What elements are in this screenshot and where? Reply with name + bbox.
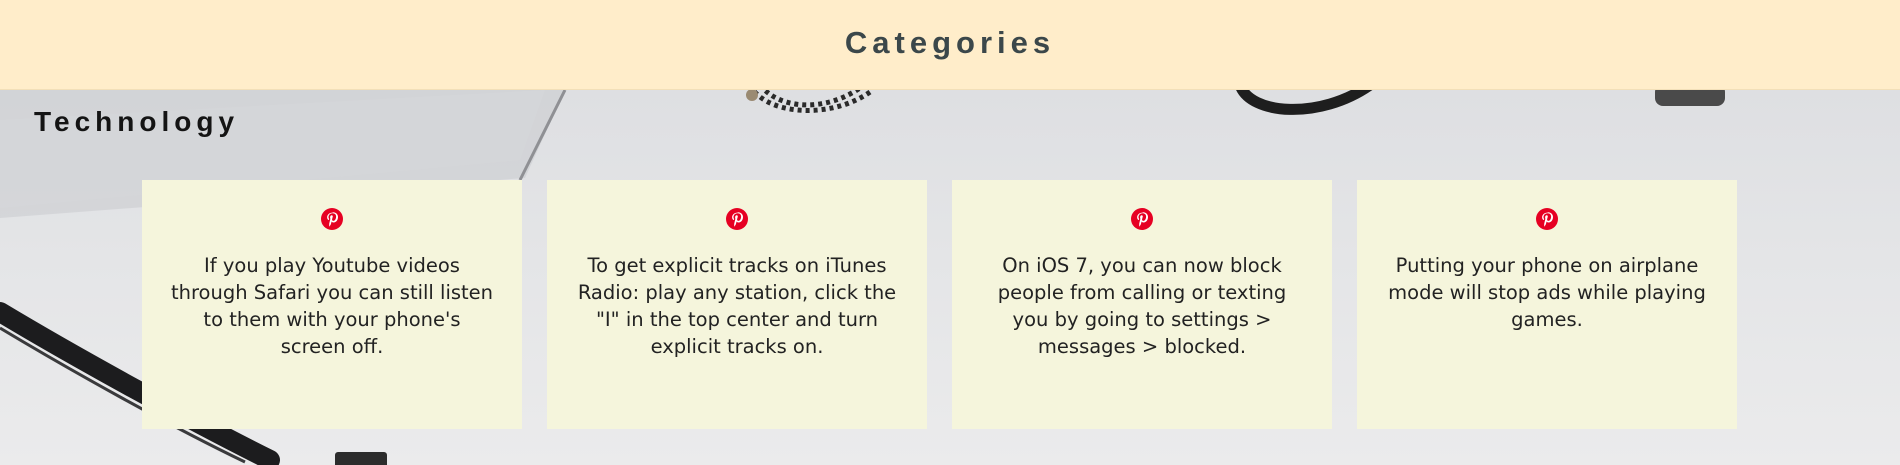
tips-card-list: If you play Youtube videos through Safar… [142, 180, 1737, 429]
pinterest-icon[interactable] [1536, 208, 1558, 230]
tip-text: Putting your phone on airplane mode will… [1388, 254, 1706, 331]
pinterest-icon[interactable] [321, 208, 343, 230]
page-title: Categories [844, 25, 1056, 60]
tip-card[interactable]: If you play Youtube videos through Safar… [142, 180, 522, 429]
page-header: Categories [0, 0, 1900, 90]
tip-card[interactable]: To get explicit tracks on iTunes Radio: … [547, 180, 927, 429]
tip-text: If you play Youtube videos through Safar… [170, 254, 494, 358]
pinterest-icon[interactable] [1131, 208, 1153, 230]
tip-text: To get explicit tracks on iTunes Radio: … [577, 254, 897, 358]
tip-text: On iOS 7, you can now block people from … [997, 254, 1287, 358]
tip-card[interactable]: Putting your phone on airplane mode will… [1357, 180, 1737, 429]
pinterest-icon[interactable] [726, 208, 748, 230]
tip-card[interactable]: On iOS 7, you can now block people from … [952, 180, 1332, 429]
section-title: Technology [34, 106, 240, 137]
